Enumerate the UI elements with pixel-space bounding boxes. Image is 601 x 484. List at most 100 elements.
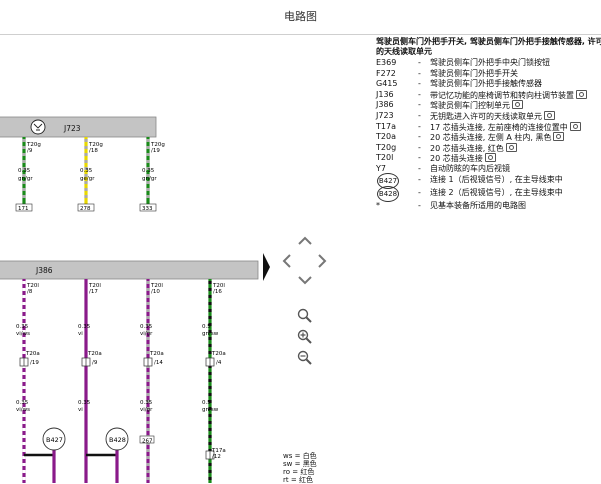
legend-item-t17a-code: T17a [376,121,396,131]
legend-item-y7-code: Y7 [376,163,386,173]
legend-note: * - 见基本装备所适用的电路图 [376,201,601,212]
legend-item-j136-desc-text: 带记忆功能的座椅调节和转向柱调节装置 [430,90,574,100]
top-bar: 电路图 [0,0,601,35]
legend-item-t20l: T20l -20 芯插头连接 [376,153,601,164]
legend-item-y7-desc: 自动防眩的车内后视镜 [430,164,510,175]
legend-item-t17a-dash: - [418,121,421,131]
legend-connection-b427-desc-text: 连接 1（后视镜信号）, 在主导线束中 [430,174,563,184]
j386-gauge1-1: 0.35 [78,324,91,330]
legend-item-j386-desc-text: 驾驶员侧车门控制单元 [430,101,510,111]
legend-item-j136-dash: - [418,89,421,99]
j723-pin-label-1: /18 [89,148,98,154]
color-key-item: sw = 黑色 [283,460,317,468]
j723-color-1: ge/gr [80,176,95,182]
legend-item-y7-dash: - [418,163,421,173]
junction-b428-label: B428 [109,436,126,444]
legend-item-g415-desc: 驾驶员侧车门外把手接触传感器 [430,79,542,90]
legend-item-t20a: T20a -20 芯插头连接, 左侧 A 柱内, 黑色 [376,132,601,143]
j386-pin-label-2: /10 [151,289,160,295]
legend-item-t20g: T20g -20 芯插头连接, 红色 [376,142,601,154]
j723-color-0: gn/gr [18,176,33,182]
camera-icon[interactable] [505,142,517,152]
t17a-pin-label: /12 [212,454,221,460]
legend-note-dash: - [418,200,421,210]
ref-267-label: 267 [142,439,153,445]
legend-item-e369-desc: 驾驶员侧车门外把手中央门锁按钮 [430,58,550,69]
legend-item-j723-dash: - [418,110,421,120]
camera-icon[interactable] [484,153,496,163]
legend-connection-b428: B428 - 连接 2（后视镜信号）, 在主导线束中 [376,185,601,202]
junction-b428[interactable]: B428 [105,427,129,451]
legend-panel: 驾驶员侧车门外把手开关, 驾驶员侧车门外把手接触传感器, 许可的天线读取单元 E… [376,37,601,211]
legend-heading: 驾驶员侧车门外把手开关, 驾驶员侧车门外把手接触传感器, 许可的天线读取单元 [376,37,601,56]
j723-gauge-0: 0.35 [18,168,31,174]
j386-pin-label-0: /8 [27,289,33,295]
zoom-in-icon[interactable] [297,329,313,345]
legend-item-j386-dash: - [418,100,421,110]
legend-connection-b428-dash: - [418,187,421,197]
j723-gauge-1: 0.35 [80,168,93,174]
j386-pin2-label-3: /4 [216,360,222,366]
j386-color2-3: gn/sw [202,407,219,413]
legend-item-j386-code: J386 [376,100,394,110]
wiring-diagram: J723 T20g/90.35gn/gr171T20g/180.35ge/gr2… [0,116,259,483]
j386-color2-2: vi/gr [140,407,153,413]
j386-conn2-label-3: T20a [211,351,226,357]
j386-gauge1-2: 0.35 [140,324,153,330]
junction-b427-label: B427 [46,436,63,444]
j723-pin-label-0: /9 [27,148,33,154]
legend-item-j136-code: J136 [376,89,394,99]
legend-connection-b427: B427- 连接 1（后视镜信号）, 在主导线束中 [376,172,601,189]
camera-icon[interactable] [553,132,565,142]
legend-item-t20g-code: T20g [376,142,397,152]
legend-item-t20g-dash: - [418,142,421,152]
collapse-panel-icon[interactable] [262,252,272,282]
legend-item-t20a-dash: - [418,132,421,142]
legend-item-j136: J136 - 带记忆功能的座椅调节和转向柱调节装置 [376,89,601,101]
j386-color2-1: vi [78,407,83,413]
legend-note-desc: 见基本装备所适用的电路图 [430,201,526,212]
zoom-fit-icon[interactable] [297,308,313,324]
pan-down-icon[interactable] [298,275,312,285]
j386-pin2-label-1: /9 [92,360,98,366]
legend-connection-b428-desc-text: 连接 2（后视镜信号）, 在主导线束中 [430,187,563,197]
legend-note-desc-text: 见基本装备所适用的电路图 [430,200,526,210]
legend-item-e369-desc-text: 驾驶员侧车门外把手中央门锁按钮 [430,58,550,67]
pan-right-icon[interactable] [317,254,327,268]
legend-item-t20a-code: T20a [376,132,396,142]
zoom-out-icon[interactable] [297,350,313,366]
color-key-item: ro = 红色 [283,468,315,476]
legend-item-e369-dash: - [418,58,421,67]
legend-item-t20l-code: T20l [376,153,394,163]
legend-item-f272-desc: 驾驶员侧车门外把手开关 [430,69,518,80]
color-key-item: ws = 白色 [283,452,317,460]
legend-item-f272-code: F272 [376,68,396,78]
pan-left-icon[interactable] [282,254,292,268]
pan-up-icon[interactable] [298,236,312,246]
legend-connection-b427-dash: - [418,174,421,184]
j386-color1-1: vi [78,331,83,337]
camera-icon[interactable] [569,121,581,131]
j723-gauge-2: 0.35 [142,168,155,174]
legend-item-f272-desc-text: 驾驶员侧车门外把手开关 [430,68,518,78]
legend-item-j723-desc-text: 无钥匙进入许可的天线读取单元 [430,111,542,121]
legend-item-y7-desc-text: 自动防眩的车内后视镜 [430,163,510,173]
legend-item-f272-dash: - [418,68,421,78]
j723-pin-label-2: /19 [151,148,160,154]
legend-item-t17a-desc-text: 17 芯插头连接, 左前座椅的连接位置中 [430,122,568,132]
legend-item-j723: J723 - 无钥匙进入许可的天线读取单元 [376,110,601,122]
j386-gauge1-3: 0.5 [202,324,211,330]
camera-icon[interactable] [576,89,587,99]
legend-item-t20l-dash: - [418,153,421,163]
camera-icon[interactable] [512,100,523,110]
j386-label: J386 [35,266,53,275]
j723-ref-0: 171 [18,206,29,212]
j386-gauge2-2: 0.35 [140,400,153,406]
legend-item-t20l-desc-text: 20 芯插头连接 [430,154,483,164]
ground-symbol-icon [30,119,46,135]
junction-b427[interactable]: B427 [42,427,66,451]
legend-item-g415: G415 - 驾驶员侧车门外把手接触传感器 [376,79,601,90]
camera-icon[interactable] [544,110,555,120]
j386-conn2-label-0: T20a [25,351,40,357]
j386-pin2-label-0: /19 [30,360,39,366]
